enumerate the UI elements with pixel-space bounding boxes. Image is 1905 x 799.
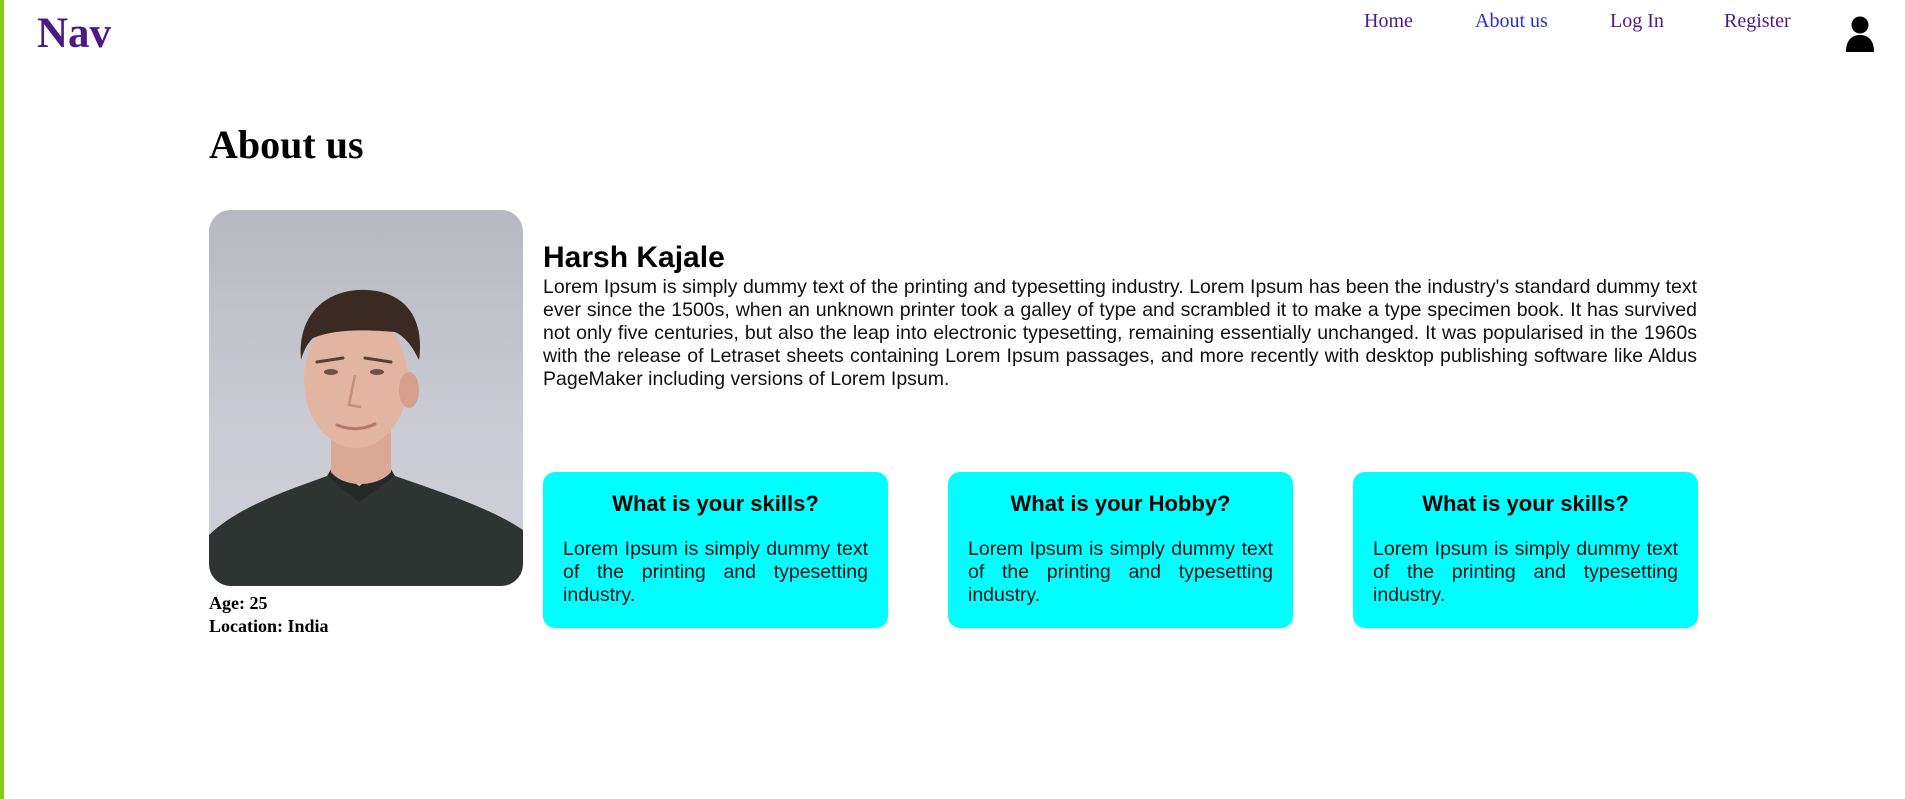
nav-link-about-us[interactable]: About us [1475,8,1548,34]
location-label: Location: India [209,616,329,636]
card-body: Lorem Ipsum is simply dummy text of the … [1373,538,1678,606]
card-title: What is your skills? [612,491,819,516]
card-skills-2: What is your skills? Lorem Ipsum is simp… [1353,472,1698,628]
card-title: What is your skills? [1422,491,1629,516]
card-title: What is your Hobby? [1010,491,1231,516]
left-edge-border [0,0,4,799]
profile-name: Harsh Kajale [543,241,725,274]
nav-logo[interactable]: Nav [37,8,111,60]
nav-link-register[interactable]: Register [1724,8,1791,34]
page-title: About us [209,122,364,167]
card-hobby: What is your Hobby? Lorem Ipsum is simpl… [948,472,1293,628]
card-skills: What is your skills? Lorem Ipsum is simp… [543,472,888,628]
nav-link-log-in[interactable]: Log In [1610,8,1664,34]
portrait-photo [209,210,523,586]
nav-link-home[interactable]: Home [1364,8,1413,34]
age-label: Age: 25 [209,593,268,613]
card-body: Lorem Ipsum is simply dummy text of the … [563,538,868,606]
card-body: Lorem Ipsum is simply dummy text of the … [968,538,1273,606]
profile-meta: Age: 25 Location: India [209,592,329,638]
profile-bio: Lorem Ipsum is simply dummy text of the … [543,276,1697,390]
user-icon[interactable] [1845,16,1875,52]
